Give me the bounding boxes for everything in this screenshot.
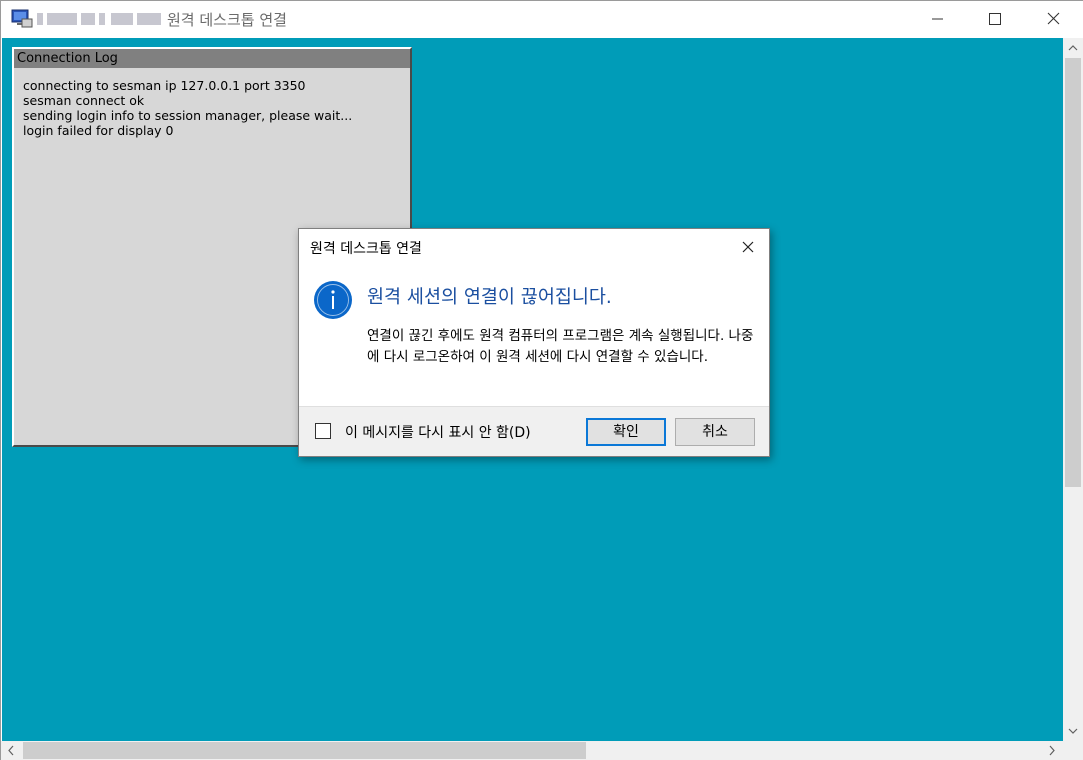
- scroll-down-arrow-icon[interactable]: [1063, 721, 1083, 741]
- scroll-up-arrow-icon[interactable]: [1063, 38, 1083, 58]
- dont-show-again-label[interactable]: 이 메시지를 다시 표시 안 함(D): [345, 422, 531, 442]
- vertical-scroll-thumb[interactable]: [1065, 58, 1081, 487]
- dialog-heading: 원격 세션의 연결이 끊어집니다.: [367, 287, 612, 308]
- scrollbar-corner: [1063, 741, 1083, 760]
- dialog-footer: 이 메시지를 다시 표시 안 함(D) 확인 취소: [299, 406, 769, 456]
- disconnect-dialog: 원격 데스크톱 연결 원격 세션의 연결이 끊어집니다. 연결이 끊긴 후에도 …: [298, 228, 770, 457]
- window-title: 원격 데스크톱 연결: [167, 11, 287, 29]
- dialog-title: 원격 데스크톱 연결: [310, 241, 422, 257]
- connection-log-lines: connecting to sesman ip 127.0.0.1 port 3…: [14, 68, 410, 138]
- cancel-button[interactable]: 취소: [675, 418, 755, 446]
- log-line: connecting to sesman ip 127.0.0.1 port 3…: [23, 78, 306, 93]
- connection-log-title: Connection Log: [14, 49, 410, 68]
- ok-button[interactable]: 확인: [586, 418, 666, 446]
- scroll-left-arrow-icon[interactable]: [1, 741, 21, 760]
- log-line: sending login info to session manager, p…: [23, 108, 353, 123]
- dialog-body-text: 연결이 끊긴 후에도 원격 컴퓨터의 프로그램은 계속 실행됩니다. 나중에 다…: [367, 328, 754, 365]
- maximize-button[interactable]: [971, 1, 1017, 37]
- horizontal-scroll-thumb[interactable]: [23, 742, 586, 759]
- close-icon: [1047, 12, 1060, 25]
- scroll-right-arrow-icon[interactable]: [1042, 741, 1062, 760]
- log-line: sesman connect ok: [23, 93, 145, 108]
- title-bar[interactable]: 원격 데스크톱 연결: [1, 1, 1083, 38]
- blurred-hostname: [37, 13, 161, 25]
- log-line: login failed for display 0: [23, 123, 174, 138]
- remote-desktop-icon: [11, 9, 33, 28]
- remote-desktop-window: 원격 데스크톱 연결 Connection Log connecting to …: [0, 0, 1083, 760]
- vertical-scrollbar[interactable]: [1063, 38, 1083, 741]
- horizontal-scrollbar[interactable]: [1, 741, 1063, 760]
- info-icon: [314, 281, 352, 319]
- minimize-button[interactable]: [915, 1, 961, 37]
- minimize-icon: [932, 18, 943, 20]
- dialog-close-button[interactable]: [733, 235, 763, 259]
- dont-show-again-checkbox[interactable]: [315, 423, 331, 439]
- close-icon: [742, 241, 754, 253]
- maximize-icon: [989, 13, 1001, 25]
- close-button[interactable]: [1031, 1, 1077, 37]
